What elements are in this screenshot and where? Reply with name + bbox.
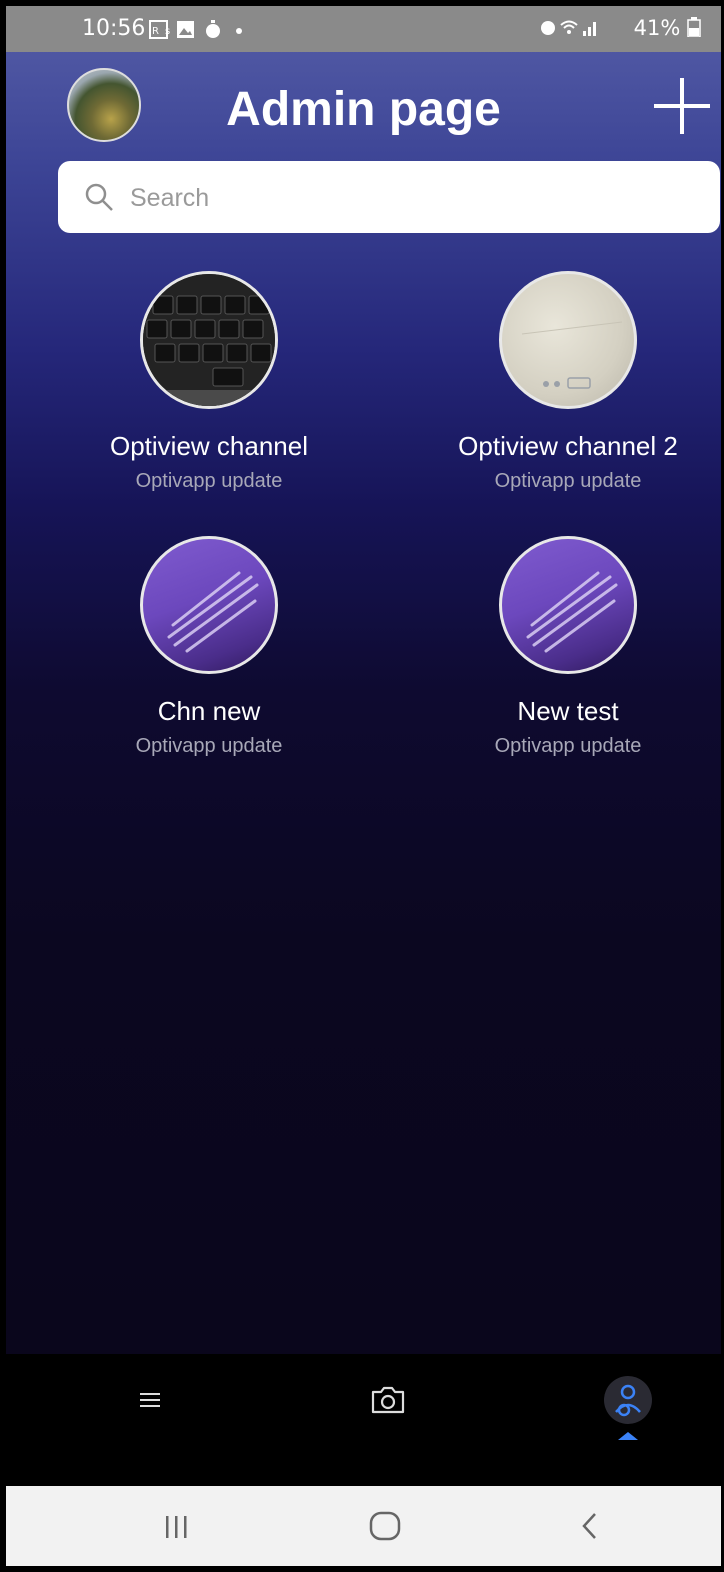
channel-thumbnail — [499, 271, 637, 409]
channel-name: Optiview channel 2 — [458, 431, 678, 461]
channel-thumbnail — [140, 536, 278, 674]
channel-card[interactable]: Optiview channel Optivapp update — [49, 271, 369, 493]
home-icon[interactable] — [364, 1506, 408, 1546]
admin-icon — [604, 1376, 652, 1440]
svg-text:Rs: Rs — [152, 26, 176, 37]
recent-apps-icon[interactable] — [156, 1506, 196, 1546]
channel-name: Chn new — [157, 696, 261, 726]
menu-icon — [140, 1393, 160, 1407]
channel-card[interactable]: Optiview channel 2 Optivapp update — [408, 271, 721, 493]
status-right: 41% — [539, 16, 701, 40]
system-navigation-bar — [6, 1486, 721, 1566]
page-title: Admin page — [226, 83, 501, 136]
search-input[interactable] — [128, 175, 692, 221]
channel-subtitle: Optivapp update — [135, 735, 283, 757]
menu-tab[interactable] — [120, 1370, 180, 1430]
status-bar: 10:56 Rs 41% — [6, 6, 721, 52]
app-screen: 10:56 Rs 41% Admin page Search Optiview … — [6, 6, 721, 1566]
camera-icon — [371, 1386, 405, 1414]
battery-percent: 41% — [633, 16, 681, 40]
search-icon — [85, 183, 113, 211]
channel-card[interactable]: New test Optivapp update — [408, 536, 721, 758]
channel-subtitle: Optivapp update — [494, 470, 642, 492]
status-time: 10:56 — [82, 16, 146, 41]
device-frame: 10:56 Rs 41% Admin page Search Optiview … — [0, 0, 724, 1572]
channel-card[interactable]: Chn new Optivapp update — [49, 536, 369, 758]
bottom-tab-bar — [6, 1354, 721, 1486]
channel-thumbnail — [499, 536, 637, 674]
camera-tab[interactable] — [358, 1370, 418, 1430]
battery-icon — [687, 17, 701, 38]
search-bar[interactable] — [58, 161, 720, 233]
add-channel-button[interactable] — [654, 78, 710, 134]
back-icon[interactable] — [571, 1506, 611, 1546]
channel-subtitle: Optivapp update — [494, 735, 642, 757]
channel-subtitle: Optivapp update — [135, 470, 283, 492]
channel-thumbnail — [140, 271, 278, 409]
channel-name: New test — [517, 696, 619, 726]
notification-icons: Rs — [149, 19, 269, 46]
channel-name: Optiview channel — [110, 431, 308, 461]
admin-tab[interactable] — [598, 1370, 658, 1440]
